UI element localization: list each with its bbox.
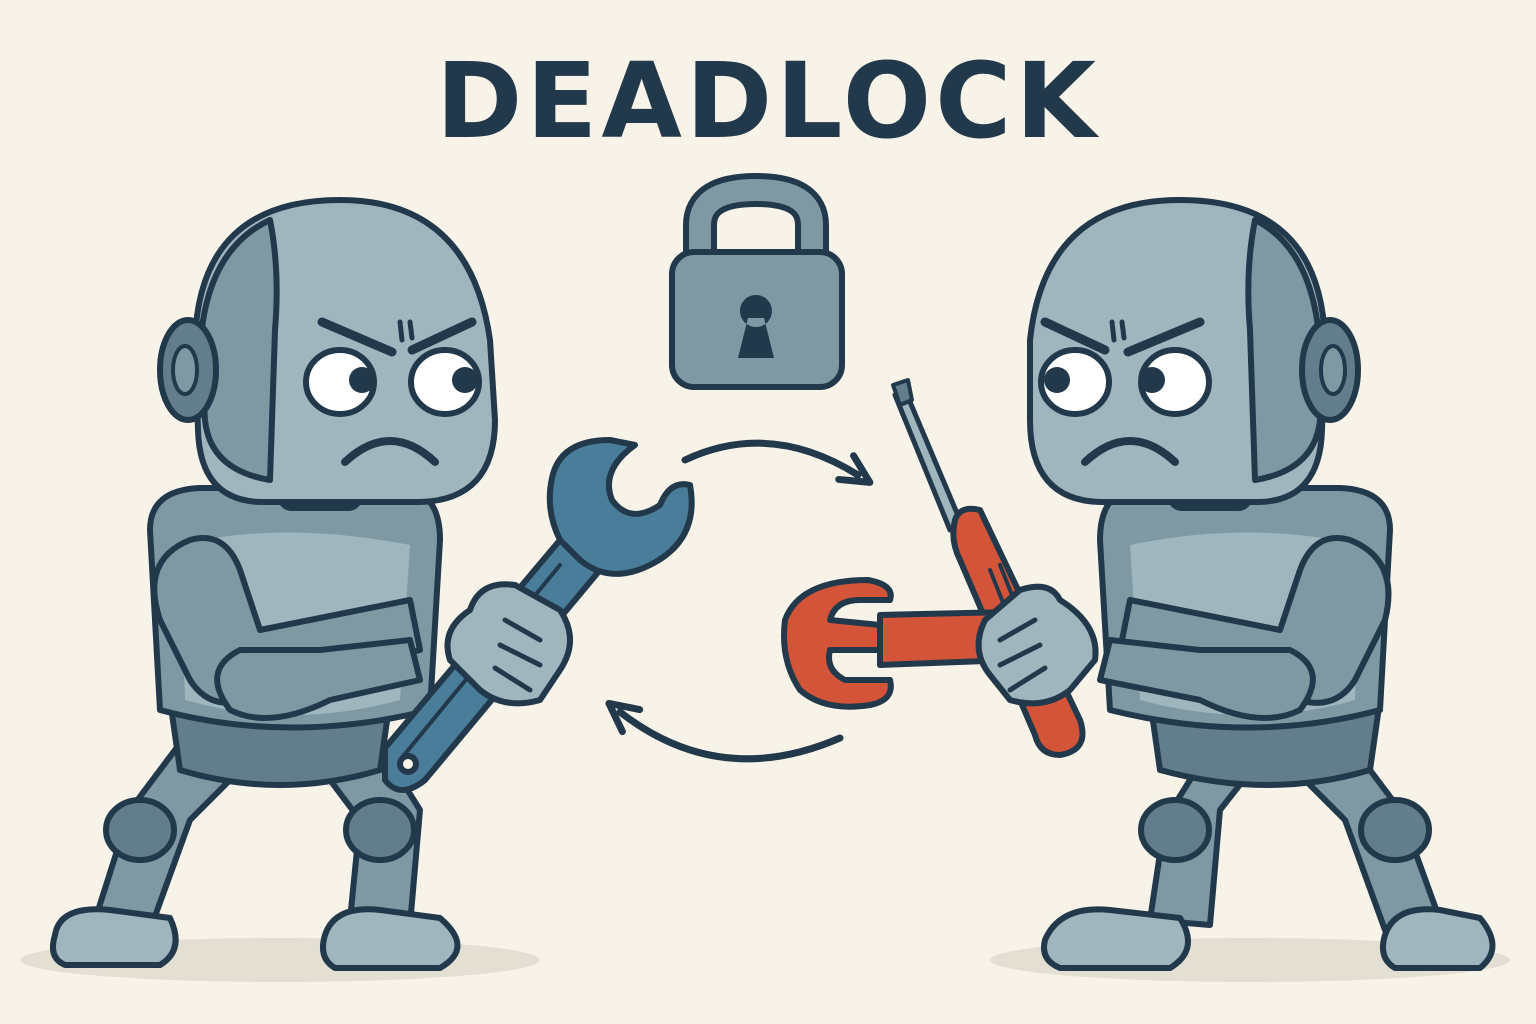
left-robot-front-foot bbox=[320, 906, 461, 971]
right-robot-back-foot bbox=[1380, 906, 1496, 971]
right-robot-right-pupil bbox=[1139, 367, 1165, 393]
right-robot-knee-front bbox=[1138, 797, 1212, 863]
left-robot-right-pupil bbox=[452, 367, 478, 393]
left-robot-back-foot bbox=[50, 906, 179, 968]
padlock-icon bbox=[669, 173, 845, 390]
left-robot bbox=[50, 197, 695, 971]
right-robot-front-foot bbox=[1041, 906, 1191, 971]
right-robot-knee-back bbox=[1358, 797, 1432, 863]
right-robot-left-pupil bbox=[1044, 367, 1070, 393]
left-robot-knee-front bbox=[343, 797, 417, 863]
cycle-arrow-top bbox=[681, 439, 874, 486]
left-robot-left-pupil bbox=[349, 367, 375, 393]
right-robot-ear-inner bbox=[1319, 344, 1347, 396]
padlock-body bbox=[669, 249, 845, 390]
scene bbox=[20, 173, 1510, 982]
left-robot-ear-inner bbox=[171, 344, 199, 396]
cycle-arrow-bottom bbox=[605, 699, 844, 763]
deadlock-illustration: DEADLOCK bbox=[0, 0, 1536, 1024]
right-robot bbox=[781, 197, 1496, 971]
left-robot-knee-back bbox=[103, 797, 177, 863]
